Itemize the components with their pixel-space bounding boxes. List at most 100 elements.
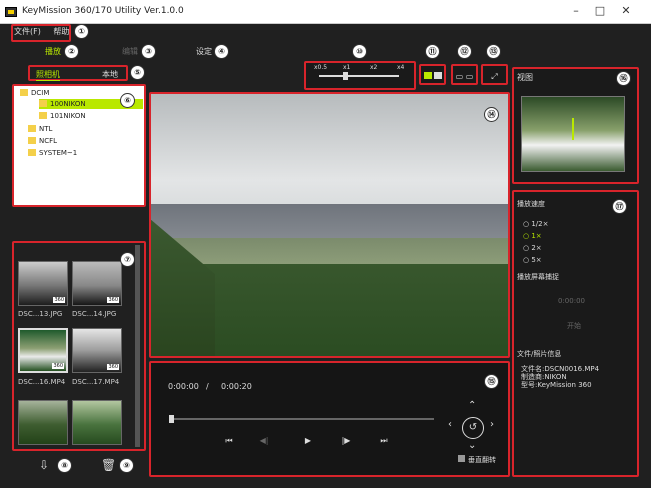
callout-13: ⑬ (486, 44, 501, 59)
speed-2x[interactable]: ○ 2× (523, 244, 542, 252)
view-title: 视图 (517, 73, 533, 82)
tree-label: NCFL (39, 137, 58, 145)
thumbnail-label: DSC...17.MP4 (72, 378, 120, 386)
callout-6: ⑥ (120, 93, 135, 108)
step-forward-button[interactable]: |▶ (339, 435, 353, 447)
tree-label: SYSTEM~1 (39, 149, 78, 157)
speed-half[interactable]: ○ 1/2× (523, 220, 548, 228)
thumbnail-1[interactable]: 360 (18, 261, 68, 306)
time-separator: / (206, 382, 209, 391)
tree-101nikon[interactable]: 101NIKON (39, 111, 86, 121)
callout-3: ③ (141, 44, 156, 59)
file-info-title: 文件/照片信息 (517, 350, 562, 358)
skip-end-button[interactable]: ⏭ (377, 435, 391, 447)
speed-1x[interactable]: ○ 1× (523, 232, 542, 240)
window-title: KeyMission 360/170 Utility Ver.1.0.0 (22, 6, 184, 16)
tree-ntl[interactable]: NTL (28, 124, 52, 134)
model: 型号:KeyMission 360 (521, 381, 592, 389)
callout-9: ⑨ (119, 458, 134, 473)
thumbnail-2[interactable]: 360 (72, 261, 122, 306)
tree-dcim[interactable]: DCIM (20, 88, 49, 98)
tree-label: DCIM (31, 89, 50, 97)
callout-10: ⑩ (352, 44, 367, 59)
speed-label: 1× (531, 232, 542, 240)
layout-toggle-button[interactable] (419, 64, 446, 85)
arrow-up-icon[interactable]: ⌃ (468, 400, 476, 411)
skip-start-button[interactable]: ⏮ (222, 435, 236, 447)
callout-11: ⑪ (425, 44, 440, 59)
thumbnail-scrollbar[interactable] (135, 245, 140, 447)
zoom-label-x0-5: x0.5 (314, 64, 328, 71)
arrow-right-icon[interactable]: › (490, 419, 494, 430)
total-time: 0:00:20 (221, 382, 252, 391)
play-button[interactable]: ▶ (301, 435, 315, 447)
camera-tab[interactable]: 照相机 (36, 69, 60, 81)
callout-14: ⑭ (484, 107, 499, 122)
folder-icon (39, 100, 47, 107)
thumbnail-label: DSC...13.JPG (18, 310, 63, 318)
folder-icon (28, 149, 36, 156)
zoom-label-x4: x4 (397, 64, 405, 71)
capture-start-button[interactable]: 开始 (567, 321, 581, 331)
tree-label: NTL (39, 125, 53, 133)
seek-thumb[interactable] (169, 415, 174, 423)
flip-label: 垂直翻转 (468, 456, 496, 464)
maximize-button[interactable]: □ (591, 3, 609, 19)
callout-17: ⑰ (612, 199, 627, 214)
callout-5: ⑤ (130, 65, 145, 80)
callout-4: ④ (214, 44, 229, 59)
aspect-ratio-button[interactable]: ▭ ▭ (451, 64, 478, 85)
preview-marker (572, 118, 574, 140)
flip-checkbox[interactable] (458, 455, 465, 462)
delete-icon[interactable]: 🗑 (101, 458, 116, 472)
zoom-label-x1: x1 (343, 64, 351, 71)
capture-time: 0:00:00 (558, 297, 585, 305)
thumbnail-3-selected[interactable]: 360 (18, 328, 68, 373)
title-bar: KeyMission 360/170 Utility Ver.1.0.0 – □… (0, 0, 651, 24)
tree-label: 101NIKON (50, 112, 86, 120)
thumbnail-label: DSC...16.MP4 (18, 378, 66, 386)
zoom-slider-thumb[interactable] (343, 72, 348, 80)
tree-system[interactable]: SYSTEM~1 (28, 148, 77, 158)
thumbnail-6[interactable] (72, 400, 122, 445)
callout-7: ⑦ (120, 252, 135, 267)
thumbnail-5[interactable] (18, 400, 68, 445)
minimize-button[interactable]: – (567, 3, 585, 19)
direction-control[interactable]: ⌃ ‹ › ⌄ ↺ (445, 400, 501, 456)
folder-icon (39, 112, 47, 119)
callout-16: ⑯ (616, 71, 631, 86)
seek-bar[interactable] (170, 418, 434, 420)
mode-edit-tab[interactable]: 编辑 (122, 46, 138, 57)
arrow-left-icon[interactable]: ‹ (448, 419, 452, 430)
local-tab[interactable]: 本地 (102, 69, 118, 80)
callout-1: ① (74, 24, 89, 39)
thumbnail-label: DSC...14.JPG (72, 310, 117, 318)
thumbnail-4[interactable]: 360 (72, 328, 122, 373)
download-icon[interactable]: ⇩ (39, 458, 49, 472)
callout-2: ② (64, 44, 79, 59)
speed-title: 播放速度 (517, 200, 545, 208)
callout-15: ⑮ (484, 374, 499, 389)
mode-settings-tab[interactable]: 设定 (196, 46, 212, 57)
speed-label: 5× (531, 256, 542, 264)
app-logo-icon (5, 7, 17, 17)
speed-5x[interactable]: ○ 5× (523, 256, 542, 264)
callout-box-menu (11, 24, 71, 42)
main-viewer[interactable] (149, 92, 510, 358)
mode-playback-tab[interactable]: 播放 (45, 46, 61, 57)
folder-icon (20, 89, 28, 96)
folder-icon (28, 137, 36, 144)
manufacturer: 制造商:NIKON (521, 373, 567, 381)
fullscreen-button[interactable]: ⤢ (481, 64, 508, 85)
tree-ncfl[interactable]: NCFL (28, 136, 57, 146)
close-button[interactable]: ✕ (617, 3, 635, 19)
arrow-down-icon[interactable]: ⌄ (468, 440, 476, 451)
speed-label: 2× (531, 244, 542, 252)
zoom-track[interactable] (319, 75, 399, 77)
badge-360: 360 (53, 297, 65, 303)
badge-360: 360 (107, 364, 119, 370)
file-name: 文件名:DSCN0016.MP4 (521, 365, 600, 373)
badge-360: 360 (107, 297, 119, 303)
step-back-button[interactable]: ◀| (257, 435, 271, 447)
reset-view-icon[interactable]: ↺ (462, 417, 484, 439)
